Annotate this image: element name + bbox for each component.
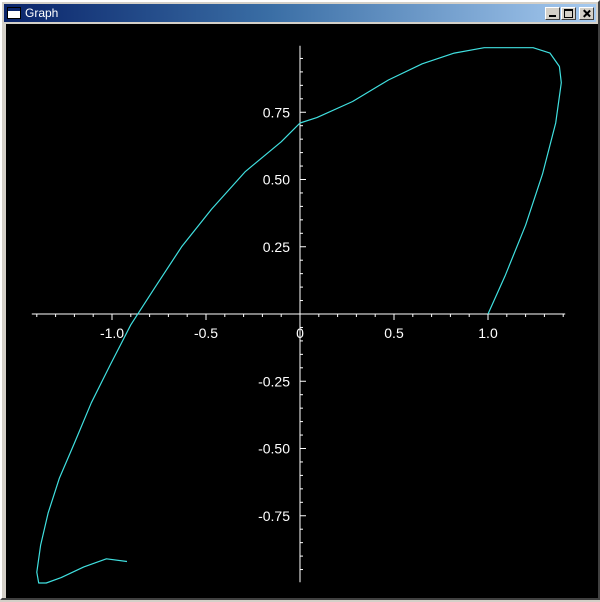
maximize-button[interactable] <box>561 7 576 20</box>
y-tick-label: -0.75 <box>258 508 290 524</box>
close-button[interactable] <box>579 7 594 20</box>
window-icon[interactable] <box>7 7 21 19</box>
plot-area: -1.0 -0.5 0 0.5 1.0 0.75 0.50 0.25 -0.25 -0.50 -0.… <box>6 24 598 598</box>
minimize-button[interactable] <box>545 7 560 20</box>
y-tick-label: 0.75 <box>263 104 290 120</box>
x-tick-label: -1.0 <box>100 325 124 341</box>
series-line <box>36 47 562 584</box>
line-chart: -1.0 -0.5 0 0.5 1.00.750.500.25-0.25-0.50-0.… <box>31 45 566 584</box>
x-tick-label: 0.5 <box>384 325 404 341</box>
x-tick-label: -0.5 <box>194 325 218 341</box>
y-tick-label: 0.50 <box>263 172 290 188</box>
series-group <box>36 47 562 584</box>
y-tick-label: -0.25 <box>258 373 290 389</box>
x-tick-label: 1.0 <box>478 325 498 341</box>
y-tick-label: -0.50 <box>258 441 290 457</box>
x-tick-label: 0 <box>296 325 304 341</box>
window-title: Graph <box>25 6 59 20</box>
graph-window: Graph -1.0 -0.5 0 0.5 1.0 0.75 0.50 0.25 -0.25 -0… <box>0 0 600 600</box>
y-tick-label: 0.25 <box>263 239 290 255</box>
title-bar[interactable]: Graph <box>4 4 596 22</box>
